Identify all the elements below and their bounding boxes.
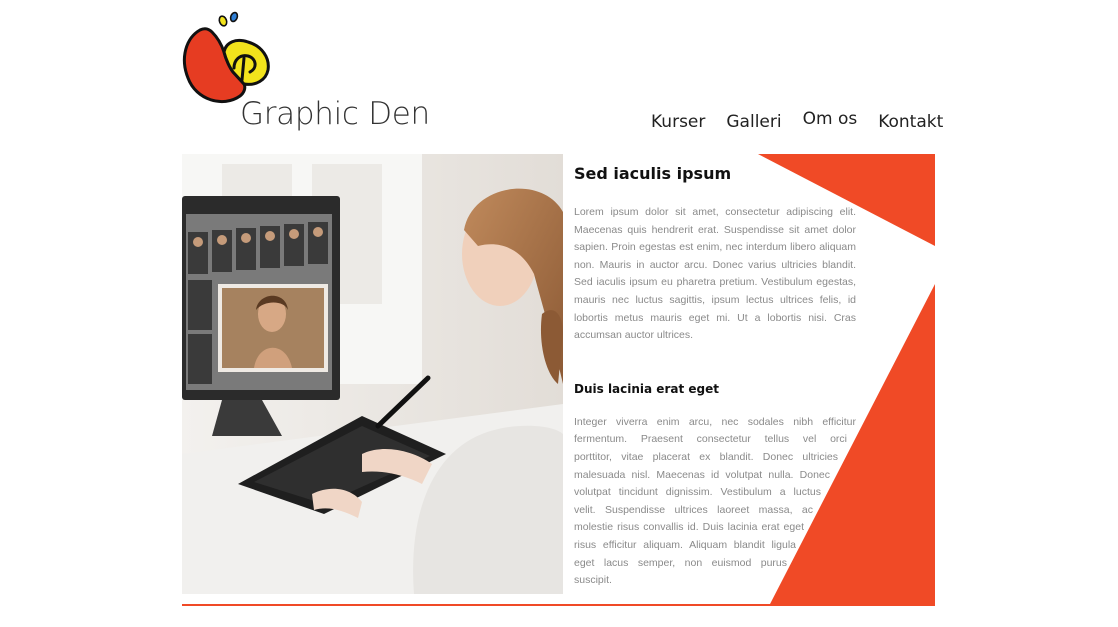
- nav-item-om-os[interactable]: Om os: [803, 109, 858, 129]
- main-nav: Kurser Galleri Om os Kontakt: [651, 109, 943, 132]
- brand-name[interactable]: Graphic Den: [240, 96, 430, 132]
- paragraph-2-line: porttitor, vitae placerat ex blandit. Do…: [574, 450, 838, 463]
- nav-item-kontakt[interactable]: Kontakt: [878, 112, 943, 132]
- nav-item-kurser[interactable]: Kurser: [651, 112, 705, 132]
- article: Sed iaculis ipsum Lorem ipsum dolor sit …: [574, 154, 856, 590]
- paragraph-2-line: risus efficitur aliquam. Aliquam blandit…: [574, 538, 796, 551]
- graphic-den-logo[interactable]: [178, 8, 278, 108]
- paragraph-2-line: molestie risus convallis id. Duis lacini…: [574, 521, 804, 534]
- content-section: Sed iaculis ipsum Lorem ipsum dolor sit …: [182, 154, 935, 606]
- bottom-divider: [182, 604, 935, 606]
- paragraph-2-line: volutpat tincidunt dignissim. Vestibulum…: [574, 486, 821, 499]
- article-paragraph-2: Integer viverra enim arcu, nec sodales n…: [574, 414, 856, 590]
- paragraph-2-line: malesuada nisl. Maecenas id volutpat nul…: [574, 468, 830, 481]
- nav-item-galleri[interactable]: Galleri: [726, 112, 781, 132]
- article-subheading: Duis lacinia erat eget: [574, 381, 719, 396]
- paragraph-2-line: eget lacus semper, non euismod purus: [574, 556, 787, 569]
- article-paragraph-1: Lorem ipsum dolor sit amet, consectetur …: [574, 206, 856, 342]
- paragraph-2-line: suscipit.: [574, 574, 612, 587]
- paragraph-2-line: fermentum. Praesent consectetur tellus v…: [574, 433, 847, 446]
- hero-photo-designer-at-monitor: [182, 154, 563, 594]
- article-heading: Sed iaculis ipsum: [574, 164, 732, 183]
- paragraph-2-line: velit. Suspendisse ultrices laoreet mass…: [574, 503, 813, 516]
- paragraph-2-line: Integer viverra enim arcu, nec sodales n…: [574, 415, 856, 428]
